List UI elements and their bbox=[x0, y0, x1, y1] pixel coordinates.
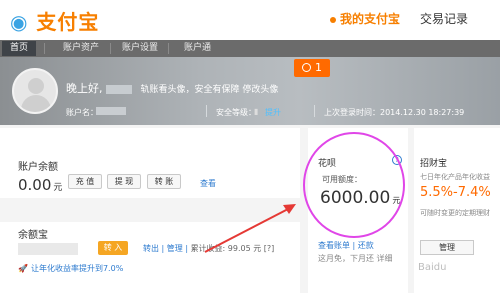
yuebao-transfer-in-button[interactable]: 转 入 bbox=[98, 241, 128, 255]
withdraw-button[interactable]: 提 现 bbox=[107, 174, 141, 189]
divider bbox=[206, 105, 207, 117]
zhaocaibao-rate: 5.5%-7.4% bbox=[420, 185, 491, 200]
yuebao-transfer-out-link[interactable]: 转出 bbox=[143, 244, 159, 253]
alarm-clock-icon bbox=[302, 63, 311, 72]
huabei-card bbox=[308, 128, 408, 293]
divider bbox=[314, 105, 315, 117]
redacted-username bbox=[105, 84, 132, 94]
zhaocaibao-note: 可随时变更的定期理财 bbox=[420, 209, 490, 217]
huabei-amount-unit: 元 bbox=[392, 196, 401, 205]
account-info-bar: 账户名： 安全等级： ▮ 提升 上次登录时间：2014.12.30 18:27:… bbox=[66, 102, 500, 124]
greeting-text: 晚上好, bbox=[66, 82, 103, 95]
last-login-time: 上次登录时间：2014.12.30 18:27:39 bbox=[324, 108, 465, 117]
huabei-title: 花呗 bbox=[318, 159, 337, 169]
tab-account-pass[interactable]: 账户通 bbox=[176, 41, 219, 56]
huabei-available-label: 可用额度： bbox=[322, 175, 362, 184]
balance-view-link[interactable]: 查看 bbox=[200, 178, 216, 189]
active-dot-icon bbox=[330, 16, 336, 23]
nav-trade-records[interactable]: 交易记录 bbox=[420, 10, 468, 27]
avatar-tip[interactable]: 轨账看头像，安全有保障 停改头像 bbox=[141, 85, 279, 95]
help-icon[interactable]: ? bbox=[392, 155, 402, 165]
yuebao-title: 余额宝 bbox=[18, 230, 48, 241]
security-level-label: 安全等级： bbox=[216, 108, 256, 117]
yuebao-promo-text: 让年化收益率提升到7.0% bbox=[30, 264, 124, 273]
tab-divider bbox=[44, 43, 45, 54]
security-level-meter: ▮ bbox=[254, 107, 259, 116]
top-header: ◉ 支付宝 我的支付宝 交易记录 bbox=[0, 0, 500, 40]
tab-divider bbox=[110, 43, 111, 54]
balance-title: 账户余额 bbox=[18, 162, 58, 173]
tab-home[interactable]: 首页 bbox=[2, 41, 37, 56]
security-upgrade-link[interactable]: 提升 bbox=[265, 107, 281, 118]
yuebao-manage-link[interactable]: 管理 bbox=[167, 244, 183, 253]
tab-divider bbox=[168, 43, 169, 54]
avatar-head-icon bbox=[28, 78, 44, 94]
watermark: Baidu bbox=[418, 262, 447, 273]
nav-my-alipay[interactable]: 我的支付宝 bbox=[330, 10, 400, 27]
account-name-label: 账户名： bbox=[66, 108, 98, 117]
huabei-bill-links[interactable]: 查看账单 | 还款 bbox=[318, 240, 374, 251]
redacted-yuebao-amount bbox=[18, 243, 78, 255]
alipay-logo-icon: ◉ bbox=[10, 10, 29, 34]
huabei-amount: 6000.00 元 bbox=[320, 188, 400, 208]
balance-value: 0.00 bbox=[18, 176, 52, 194]
recharge-button[interactable]: 充 值 bbox=[68, 174, 102, 189]
alipay-logo[interactable]: ◉ 支付宝 bbox=[10, 6, 99, 35]
yuebao-links: 转出 | 管理 | 累计收益: 99.05 元 [?] bbox=[143, 244, 275, 253]
avatar[interactable] bbox=[12, 68, 58, 114]
logo-text: 支付宝 bbox=[36, 10, 100, 34]
zhaocaibao-title: 招财宝 bbox=[420, 159, 448, 169]
yuebao-cumulative-earnings: 累计收益: 99.05 元 [?] bbox=[190, 244, 275, 253]
zhaocaibao-subtitle: 七日年化产品年化收益 bbox=[420, 173, 490, 181]
rocket-icon: 🚀 bbox=[18, 264, 28, 273]
greeting: 晚上好, 轨账看头像，安全有保障 停改头像 bbox=[66, 80, 278, 96]
huabei-amount-value: 6000.00 bbox=[320, 188, 391, 208]
tab-account-assets[interactable]: 账户资产 bbox=[55, 41, 107, 56]
redacted-account-name bbox=[96, 107, 126, 115]
yuebao-promo[interactable]: 🚀 让年化收益率提升到7.0% bbox=[18, 263, 123, 274]
notification-count: 1 bbox=[315, 61, 322, 74]
sub-navigation: 首页 账户资产 账户设置 账户通 bbox=[0, 40, 500, 57]
nav-my-alipay-label: 我的支付宝 bbox=[340, 12, 401, 26]
notification-badge[interactable]: 1 bbox=[294, 59, 330, 77]
balance-amount: 0.00 元 bbox=[18, 176, 62, 194]
balance-unit: 元 bbox=[53, 183, 63, 193]
huabei-note: 这月免，下月还 详细 bbox=[318, 254, 393, 263]
zhaocaibao-manage-button[interactable]: 管理 bbox=[420, 240, 474, 255]
avatar-body-icon bbox=[21, 95, 51, 112]
transfer-button[interactable]: 转 账 bbox=[147, 174, 181, 189]
tab-account-settings[interactable]: 账户设置 bbox=[114, 41, 166, 56]
